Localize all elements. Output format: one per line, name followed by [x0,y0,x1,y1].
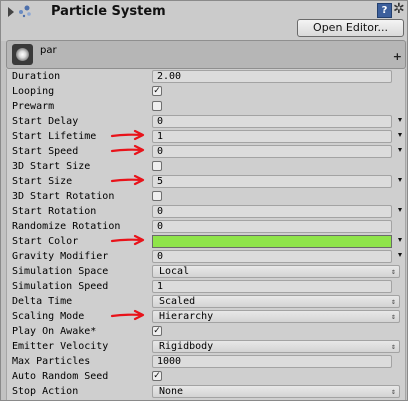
property-row-delta-time: Delta Time Scaled ⇕ [7,295,405,310]
3d-start-size-label: 3D Start Size [12,161,91,172]
plus-icon[interactable]: + [393,50,402,63]
simulation-speed-field[interactable]: 1 [152,280,392,293]
component-title: Particle System [51,4,166,19]
property-row-start-speed: Start Speed 0 [7,145,405,160]
property-row-gravity-modifier: Gravity Modifier 0 [7,250,405,265]
max-particles-field[interactable]: 1000 [152,355,392,368]
updown-arrows-icon: ⇕ [391,312,396,321]
dropdown-triangle-icon[interactable] [398,148,402,152]
gear-icon[interactable]: ✲ [393,1,405,17]
property-row-start-delay: Start Delay 0 [7,115,405,130]
gravity-modifier-field[interactable]: 0 [152,250,392,263]
start-lifetime-label: Start Lifetime [12,131,97,142]
property-row-simulation-speed: Simulation Speed 1 [7,280,405,295]
property-row-start-size: Start Size 5 [7,175,405,190]
start-color-swatch[interactable] [152,235,392,248]
gravity-modifier-label: Gravity Modifier [12,251,109,262]
simulation-space-value: Local [159,266,190,277]
emitter-velocity-label: Emitter Velocity [12,341,109,352]
dropdown-triangle-icon[interactable] [398,238,402,242]
dropdown-triangle-icon[interactable] [398,118,402,122]
dropdown-triangle-icon[interactable] [398,178,402,182]
foldout-arrow-icon[interactable] [8,7,14,17]
delta-time-dropdown[interactable]: Scaled ⇕ [152,295,400,308]
inspector-panel: Particle System ? ✲ Open Editor... par +… [0,0,408,401]
property-list: Duration 2.00 Looping ✓ Prewarm Start Delay 0 S… [6,69,406,400]
scaling-mode-label: Scaling Mode [12,311,85,322]
scaling-mode-dropdown[interactable]: Hierarchy ⇕ [152,310,400,323]
dropdown-triangle-icon[interactable] [398,208,402,212]
start-rotation-label: Start Rotation [12,206,97,217]
simulation-speed-label: Simulation Speed [12,281,109,292]
duration-label: Duration [12,71,61,82]
property-row-start-color: Start Color [7,235,405,250]
start-delay-label: Start Delay [12,116,79,127]
dropdown-triangle-icon[interactable] [398,133,402,137]
dropdown-triangle-icon[interactable] [398,253,402,257]
property-row-max-particles: Max Particles 1000 [7,355,405,370]
stop-action-label: Stop Action [12,386,79,397]
start-size-field[interactable]: 5 [152,175,392,188]
randomize-rotation-field[interactable]: 0 [152,220,392,233]
start-size-label: Start Size [12,176,73,187]
particle-preview-icon [12,44,33,65]
property-row-duration: Duration 2.00 [7,70,405,85]
prewarm-label: Prewarm [12,101,55,112]
property-row-3d-start-size: 3D Start Size [7,160,405,175]
simulation-space-dropdown[interactable]: Local ⇕ [152,265,400,278]
stop-action-value: None [159,386,184,397]
updown-arrows-icon: ⇕ [391,387,396,396]
start-speed-field[interactable]: 0 [152,145,392,158]
property-row-simulation-space: Simulation Space Local ⇕ [7,265,405,280]
duration-field[interactable]: 2.00 [152,70,392,83]
updown-arrows-icon: ⇕ [391,267,396,276]
start-delay-field[interactable]: 0 [152,115,392,128]
open-editor-button[interactable]: Open Editor... [297,19,404,37]
randomize-rotation-label: Randomize Rotation [12,221,121,232]
stop-action-dropdown[interactable]: None ⇕ [152,385,400,398]
start-lifetime-field[interactable]: 1 [152,130,392,143]
updown-arrows-icon: ⇕ [391,342,396,351]
property-row-looping: Looping ✓ [7,85,405,100]
help-icon[interactable]: ? [377,3,392,18]
emitter-velocity-dropdown[interactable]: Rigidbody ⇕ [152,340,400,353]
property-row-emitter-velocity: Emitter Velocity Rigidbody ⇕ [7,340,405,355]
max-particles-label: Max Particles [12,356,91,367]
start-speed-label: Start Speed [12,146,79,157]
property-row-play-on-awake: Play On Awake* ✓ [7,325,405,340]
3d-start-rotation-checkbox[interactable] [152,191,162,201]
delta-time-label: Delta Time [12,296,73,307]
simulation-space-label: Simulation Space [12,266,109,277]
delta-time-value: Scaled [159,296,196,307]
scaling-mode-value: Hierarchy [159,311,214,322]
play-on-awake-label: Play On Awake* [12,326,97,337]
start-rotation-field[interactable]: 0 [152,205,392,218]
auto-random-seed-label: Auto Random Seed [12,371,109,382]
property-row-start-lifetime: Start Lifetime 1 [7,130,405,145]
property-row-3d-start-rotation: 3D Start Rotation [7,190,405,205]
property-row-auto-random-seed: Auto Random Seed ✓ [7,370,405,385]
particle-system-icon [19,5,31,18]
property-row-stop-action: Stop Action None ⇕ [7,385,405,400]
3d-start-size-checkbox[interactable] [152,161,162,171]
property-row-randomize-rotation: Randomize Rotation 0 [7,220,405,235]
property-row-start-rotation: Start Rotation 0 [7,205,405,220]
property-row-prewarm: Prewarm [7,100,405,115]
looping-label: Looping [12,86,55,97]
prewarm-checkbox[interactable] [152,101,162,111]
updown-arrows-icon: ⇕ [391,297,396,306]
auto-random-seed-checkbox[interactable]: ✓ [152,371,162,381]
start-color-label: Start Color [12,236,79,247]
3d-start-rotation-label: 3D Start Rotation [12,191,115,202]
looping-checkbox[interactable]: ✓ [152,86,162,96]
property-row-scaling-mode: Scaling Mode Hierarchy ⇕ [7,310,405,325]
play-on-awake-checkbox[interactable]: ✓ [152,326,162,336]
emitter-velocity-value: Rigidbody [159,341,214,352]
component-header: Particle System ? ✲ Open Editor... [1,1,407,41]
module-name: par [40,45,57,56]
module-title-bar[interactable]: par + [6,40,406,69]
